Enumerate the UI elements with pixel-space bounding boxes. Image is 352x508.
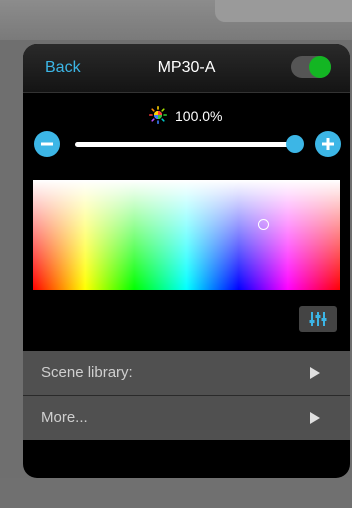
brightness-value: 100.0% — [175, 108, 223, 124]
color-selection-marker[interactable] — [257, 218, 269, 230]
scene-library-label: Scene library: — [41, 364, 133, 381]
brightness-increase-button[interactable] — [315, 131, 341, 157]
color-adjust-button[interactable] — [299, 306, 337, 332]
scene-library-row[interactable]: Scene library: — [23, 351, 350, 395]
sun-color-icon — [149, 106, 167, 124]
more-row[interactable]: More... — [23, 396, 350, 440]
brightness-slider-thumb[interactable] — [286, 135, 304, 153]
background-footer — [0, 478, 352, 508]
more-label: More... — [41, 409, 88, 426]
power-toggle[interactable] — [291, 56, 331, 78]
background-toolbar — [215, 0, 352, 22]
chevron-right-icon — [310, 367, 320, 379]
toggle-knob — [309, 56, 331, 78]
chevron-right-icon — [310, 412, 320, 424]
sliders-icon — [309, 312, 327, 326]
minus-icon — [41, 142, 53, 146]
color-picker-field[interactable] — [33, 180, 340, 290]
light-control-popup: Back MP30-A 100.0% Scene library: More..… — [23, 44, 350, 478]
plus-icon — [322, 138, 334, 150]
brightness-slider[interactable] — [75, 142, 295, 147]
brightness-decrease-button[interactable] — [34, 131, 60, 157]
popup-header: Back MP30-A — [23, 44, 350, 93]
